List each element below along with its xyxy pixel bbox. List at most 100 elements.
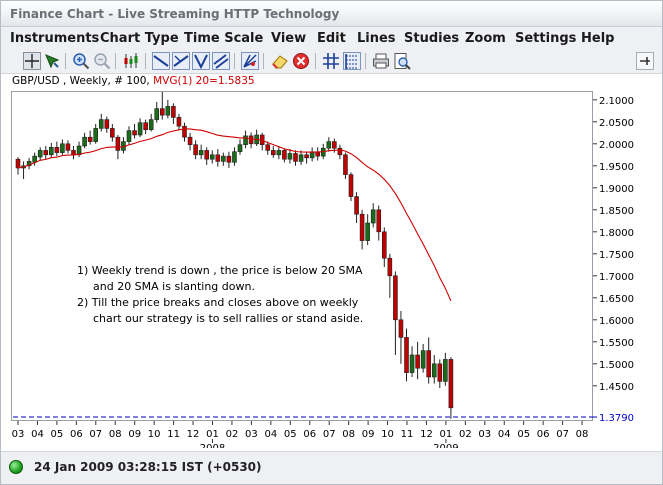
candle: [198, 144, 204, 160]
candle-body: [82, 136, 87, 147]
candle-body: [365, 222, 370, 241]
candle-body: [431, 363, 437, 378]
zoom-in-icon[interactable]: [72, 52, 90, 70]
cursor-icon[interactable]: [43, 52, 61, 70]
candle: [426, 337, 432, 384]
candle: [221, 152, 226, 166]
candle-body: [293, 153, 298, 162]
candle: [104, 116, 110, 133]
candle-body: [54, 147, 60, 153]
x-tick-label: 01: [440, 429, 453, 440]
eraser-icon[interactable]: [271, 52, 289, 70]
candle: [160, 91, 165, 120]
y-tick-label: 2.0500: [599, 118, 634, 129]
candle-body: [393, 275, 398, 321]
note-line-2: and 20 SMA is slanting down.: [93, 280, 255, 293]
y-tick-label: 1.7000: [599, 272, 634, 283]
candle: [431, 355, 437, 384]
candle: [420, 344, 426, 373]
candle: [393, 271, 398, 355]
y-tick-label: 1.7500: [599, 250, 634, 261]
line-up-icon[interactable]: [172, 52, 190, 70]
candle: [248, 132, 254, 149]
menu-zoom[interactable]: Zoom: [465, 31, 506, 46]
title-bar: Finance Chart - Live Streaming HTTP Tech…: [1, 1, 662, 27]
menu-time-scale[interactable]: Time Scale: [184, 31, 263, 46]
candle-body: [132, 130, 137, 136]
x-tick-label: 04: [498, 429, 511, 440]
candle: [182, 122, 187, 142]
candle: [370, 203, 376, 228]
y-tick-label: 1.4500: [599, 382, 634, 393]
candle-body: [348, 174, 354, 197]
candle-body: [160, 108, 165, 116]
menu-edit[interactable]: Edit: [317, 31, 346, 46]
candle-body: [110, 128, 115, 138]
price-chart[interactable]: 2.1000 2.0500 2.0000 1.9500 1.9000 1.8500 1.80…: [7, 75, 657, 448]
x-tick-label: 02: [226, 429, 239, 440]
y-tick-label: 2.1000: [599, 96, 634, 107]
candle: [365, 214, 370, 245]
candle: [37, 147, 43, 161]
candle-body: [198, 150, 204, 156]
candle: [287, 149, 293, 164]
menu-studies[interactable]: Studies: [404, 31, 459, 46]
x-tick-label: 05: [284, 429, 297, 440]
candle: [93, 124, 98, 144]
candle-body: [215, 154, 221, 162]
candle-body: [282, 150, 287, 160]
candle-body: [32, 155, 37, 163]
candle: [154, 102, 160, 123]
channel-icon[interactable]: [212, 52, 230, 70]
y-tick-label: 1.5000: [599, 360, 634, 371]
trend-line-icon[interactable]: [192, 52, 210, 70]
candle: [448, 357, 454, 419]
chart-area: GBP/USD , Weekly, # 100, MVG(1) 20=1.583…: [7, 75, 657, 448]
candle-body: [204, 150, 209, 160]
candle: [48, 142, 54, 158]
fan-icon[interactable]: [241, 52, 259, 70]
candlestick-icon[interactable]: [122, 52, 140, 70]
current-price-label: 1.3790: [599, 413, 634, 424]
candle: [359, 209, 365, 250]
delete-icon[interactable]: [292, 52, 310, 70]
menu-help[interactable]: Help: [581, 31, 614, 46]
y-tick-label: 1.6000: [599, 316, 634, 327]
crosshair-icon[interactable]: [23, 52, 41, 70]
x-tick-label: 11: [167, 429, 180, 440]
candle: [176, 113, 182, 131]
pin-icon[interactable]: [636, 52, 654, 70]
menu-instruments[interactable]: Instruments: [10, 31, 99, 46]
candle-body: [270, 150, 276, 156]
print-preview-icon[interactable]: [393, 52, 411, 70]
candle-body: [420, 350, 426, 369]
candle-body: [171, 106, 176, 118]
candle-body: [232, 151, 237, 163]
menu-view[interactable]: View: [271, 31, 306, 46]
line-down-icon[interactable]: [152, 52, 170, 70]
zoom-out-icon[interactable]: [93, 52, 111, 70]
candle-body: [354, 196, 359, 215]
candle-body: [343, 154, 348, 175]
note-line-3: 2) Till the price breaks and closes abov…: [77, 296, 359, 309]
grid-icon[interactable]: [322, 52, 340, 70]
candle: [60, 139, 65, 155]
print-icon[interactable]: [372, 52, 390, 70]
candle-body: [443, 359, 448, 382]
candle: [254, 129, 259, 146]
note-line-4: chart our strategy is to sell rallies or…: [93, 312, 364, 325]
candle-body: [387, 257, 393, 277]
candle: [282, 148, 287, 163]
menu-chart-type[interactable]: Chart Type: [100, 31, 179, 46]
menu-lines[interactable]: Lines: [357, 31, 396, 46]
candle: [337, 144, 343, 160]
x-tick-label: 03: [12, 429, 25, 440]
candle-body: [60, 143, 65, 153]
menu-settings[interactable]: Settings: [515, 31, 576, 46]
candle-body: [332, 141, 337, 149]
fibonacci-icon[interactable]: [343, 52, 361, 70]
x-tick-label: 02: [459, 429, 472, 440]
x-tick-label: 10: [148, 429, 161, 440]
candle: [126, 126, 132, 145]
candle: [71, 146, 76, 160]
